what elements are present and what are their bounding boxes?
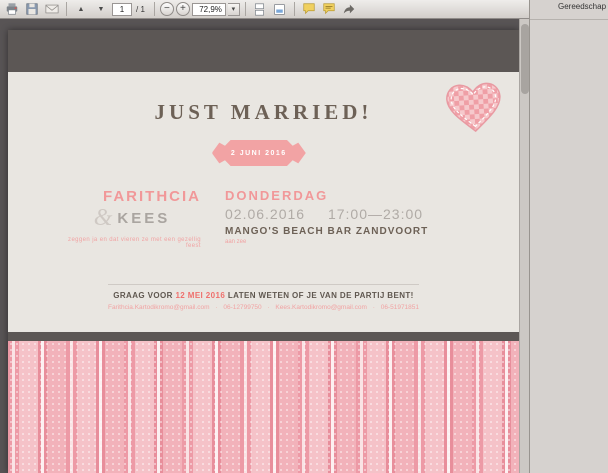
striped-footer-pattern — [8, 341, 519, 473]
toolbar-separator — [294, 2, 295, 16]
tools-panel-title[interactable]: Gereedschap — [558, 2, 606, 11]
panel-divider — [530, 19, 608, 20]
scroll-mode-icon — [253, 3, 266, 16]
event-time: 17:00—23:00 — [328, 206, 423, 222]
page-total-label: / 1 — [136, 5, 145, 14]
invitation-title: JUST MARRIED! — [8, 100, 519, 125]
zoom-dropdown-button[interactable]: ▾ — [228, 3, 240, 16]
annotate-button[interactable] — [320, 1, 338, 17]
print-button[interactable] — [3, 1, 21, 17]
zoom-level-value: 72,9% — [199, 5, 222, 14]
event-date: 02.06.2016 — [225, 206, 305, 222]
event-details: DONDERDAG 02.06.2016 17:00—23:00 MANGO'S… — [225, 188, 485, 245]
previous-page-button[interactable]: ▲ — [72, 1, 90, 17]
bride-name: FARITHCIA — [63, 188, 201, 205]
venue-note: aan zee — [225, 239, 485, 245]
email-icon — [45, 2, 59, 16]
tagline: zeggen ja en dat vieren ze met een gezel… — [63, 237, 201, 249]
save-button[interactable] — [23, 1, 41, 17]
comment-bubble-icon — [302, 2, 316, 16]
next-page-button[interactable]: ▼ — [92, 1, 110, 17]
save-icon — [25, 2, 39, 16]
vertical-scrollbar[interactable] — [519, 19, 529, 473]
date-badge-label: 2 JUNI 2016 — [231, 150, 287, 157]
zoom-level-display[interactable]: 72,9% — [192, 3, 226, 16]
chevron-down-icon: ▾ — [232, 5, 236, 13]
event-dateline: 02.06.2016 17:00—23:00 — [225, 206, 485, 222]
event-day: DONDERDAG — [225, 188, 485, 203]
scroll-mode-button[interactable] — [251, 1, 269, 17]
pdf-viewer-window: ▲ ▼ / 1 − + 72,9% ▾ — [0, 0, 608, 473]
print-icon — [5, 2, 19, 16]
rsvp-prefix: GRAAG VOOR — [113, 291, 173, 300]
document-viewport[interactable]: JUST MARRIED! — [0, 19, 529, 473]
share-arrow-icon — [342, 2, 356, 16]
comment-button[interactable] — [300, 1, 318, 17]
pdf-toolbar: ▲ ▼ / 1 − + 72,9% ▾ — [0, 0, 530, 19]
toolbar-separator — [245, 2, 246, 16]
annotation-bubble-icon — [322, 2, 336, 16]
invitation-page: JUST MARRIED! — [8, 30, 519, 473]
zoom-out-button[interactable]: − — [160, 2, 174, 16]
rsvp-suffix: LATEN WETEN OF JE VAN DE PARTIJ BENT! — [228, 291, 414, 300]
share-button[interactable] — [340, 1, 358, 17]
divider-line — [108, 284, 419, 285]
ampersand: & — [94, 206, 113, 230]
couple-names: FARITHCIA & KEES zeggen ja en dat vieren… — [63, 188, 201, 249]
plus-icon: + — [180, 4, 186, 14]
groom-row: & KEES — [63, 206, 201, 230]
toolbar-separator — [66, 2, 67, 16]
rsvp-line: GRAAG VOOR 12 MEI 2016 LATEN WETEN OF JE… — [8, 291, 519, 300]
zoom-in-button[interactable]: + — [176, 2, 190, 16]
fit-width-button[interactable] — [271, 1, 289, 17]
scrollbar-thumb[interactable] — [521, 24, 529, 94]
page-divider-band — [8, 332, 519, 341]
date-badge: 2 JUNI 2016 — [212, 140, 306, 166]
invitation-body: JUST MARRIED! — [8, 72, 519, 332]
toolbar-separator — [154, 2, 155, 16]
fit-width-icon — [273, 3, 286, 16]
minus-icon: − — [164, 4, 170, 14]
page-header-band — [8, 30, 519, 72]
event-venue: MANGO'S BEACH BAR ZANDVOORT — [225, 226, 485, 237]
page-down-icon: ▼ — [98, 6, 105, 13]
page-number-input[interactable] — [112, 3, 132, 16]
email-button[interactable] — [43, 1, 61, 17]
contact-line: Farithcia.Kartodikromo@gmail.com · 06-12… — [8, 304, 519, 311]
groom-name: KEES — [117, 210, 170, 227]
tools-panel: Gereedschap — [529, 0, 608, 473]
page-up-icon: ▲ — [78, 6, 85, 13]
rsvp-date: 12 MEI 2016 — [175, 291, 225, 300]
heart-icon — [443, 78, 505, 136]
